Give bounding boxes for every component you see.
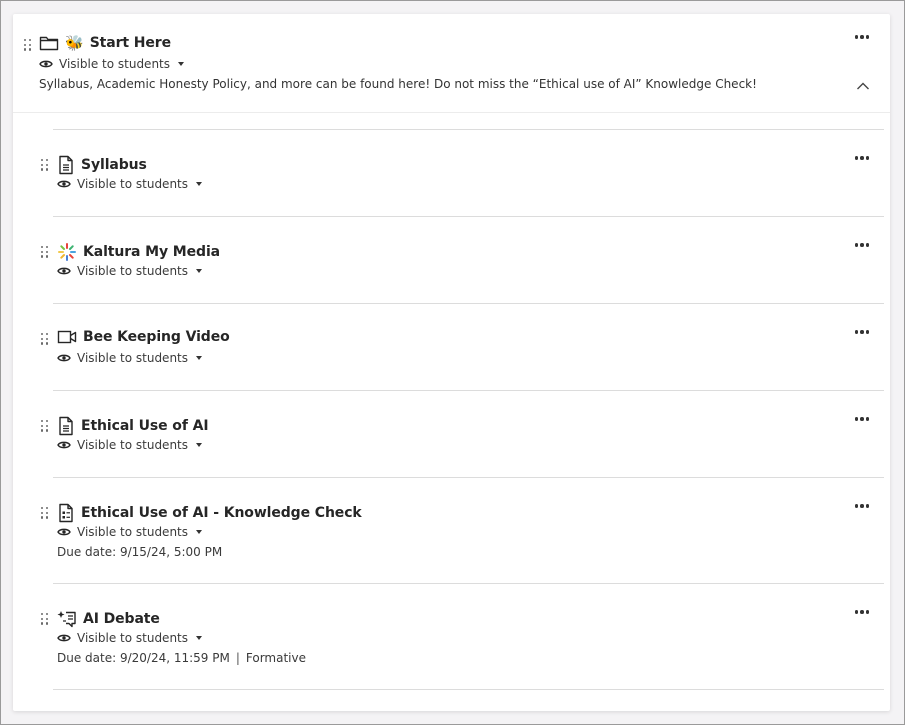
item-title[interactable]: Kaltura My Media [83,244,220,260]
item-title[interactable]: Bee Keeping Video [83,329,230,345]
item-title[interactable]: Ethical Use of AI - Knowledge Check [81,505,362,521]
drag-handle-icon[interactable] [41,420,49,432]
item-title-row: Kaltura My Media [57,242,220,262]
collapse-chevron-up-icon[interactable] [856,81,870,91]
more-options-button[interactable] [854,243,869,247]
visibility-label: Visible to students [77,351,188,365]
content-item-ethical-use[interactable]: Ethical Use of AI Visible to students [41,391,884,478]
caret-down-icon [196,443,202,447]
more-options-button[interactable] [854,610,869,614]
bee-emoji: 🐝 [65,33,84,52]
kaltura-icon [57,242,77,262]
caret-down-icon [196,182,202,186]
more-options-button[interactable] [854,156,869,160]
folder-title-row: 🐝 Start Here [39,35,171,51]
visibility-dropdown[interactable]: Visible to students [57,438,202,452]
drag-handle-icon[interactable] [41,507,49,519]
item-title[interactable]: Syllabus [81,157,147,173]
visibility-dropdown[interactable]: Visible to students [57,525,202,539]
eye-icon [57,633,71,643]
content-item-ai-debate[interactable]: AI Debate Visible to students Due date: … [41,584,884,690]
item-title[interactable]: Ethical Use of AI [81,418,209,434]
drag-handle-icon[interactable] [41,333,49,345]
more-options-button[interactable] [854,330,869,334]
visibility-dropdown[interactable]: Visible to students [57,264,202,278]
folder-icon [39,35,59,51]
eye-icon [57,179,71,189]
content-folder-card: 🐝 Start Here Visible to students Syllabu… [13,14,890,711]
assessment-icon [57,503,75,523]
item-title-row: Syllabus [57,155,147,175]
more-options-button[interactable] [854,504,869,508]
visibility-label: Visible to students [77,264,188,278]
folder-header[interactable]: 🐝 Start Here Visible to students Syllabu… [13,14,890,113]
drag-handle-icon[interactable] [41,246,49,258]
item-title-row: Ethical Use of AI [57,416,209,436]
content-item-knowledge-check[interactable]: Ethical Use of AI - Knowledge Check Visi… [41,478,884,584]
visibility-label: Visible to students [77,525,188,539]
document-icon [57,155,75,175]
eye-icon [57,527,71,537]
ai-discussion-icon [57,609,77,629]
more-options-button[interactable] [854,35,869,39]
visibility-label: Visible to students [77,438,188,452]
caret-down-icon [178,62,184,66]
video-icon [57,329,77,345]
drag-handle-icon[interactable] [41,613,49,625]
due-date-row: Due date: 9/20/24, 11:59 PM | Formative [57,651,306,665]
content-item-video[interactable]: Bee Keeping Video Visible to students [41,304,884,391]
caret-down-icon [196,356,202,360]
document-icon [57,416,75,436]
folder-title[interactable]: Start Here [90,35,171,51]
visibility-label: Visible to students [59,57,170,71]
visibility-label: Visible to students [77,631,188,645]
folder-description: Syllabus, Academic Honesty Policy, and m… [39,77,757,91]
eye-icon [57,440,71,450]
visibility-dropdown[interactable]: Visible to students [57,177,202,191]
caret-down-icon [196,269,202,273]
content-item-kaltura[interactable]: Kaltura My Media Visible to students [41,217,884,304]
caret-down-icon [196,530,202,534]
separator: | [235,651,240,665]
visibility-dropdown[interactable]: Visible to students [57,631,202,645]
item-title[interactable]: AI Debate [83,611,160,627]
folder-contents: Syllabus Visible to students Kaltura My … [13,113,890,690]
eye-icon [39,59,53,69]
content-item-syllabus[interactable]: Syllabus Visible to students [41,130,884,217]
item-title-row: Bee Keeping Video [57,329,230,345]
eye-icon [57,266,71,276]
eye-icon [57,353,71,363]
more-options-button[interactable] [854,417,869,421]
drag-handle-icon[interactable] [24,39,32,51]
item-title-row: Ethical Use of AI - Knowledge Check [57,503,362,523]
visibility-dropdown[interactable]: Visible to students [39,57,184,71]
caret-down-icon [196,636,202,640]
drag-handle-icon[interactable] [41,159,49,171]
due-date: Due date: 9/15/24, 5:00 PM [57,545,223,559]
due-date: Due date: 9/20/24, 11:59 PM [57,651,230,665]
visibility-label: Visible to students [77,177,188,191]
item-title-row: AI Debate [57,609,160,629]
visibility-dropdown[interactable]: Visible to students [57,351,202,365]
grading-type: Formative [245,651,306,665]
